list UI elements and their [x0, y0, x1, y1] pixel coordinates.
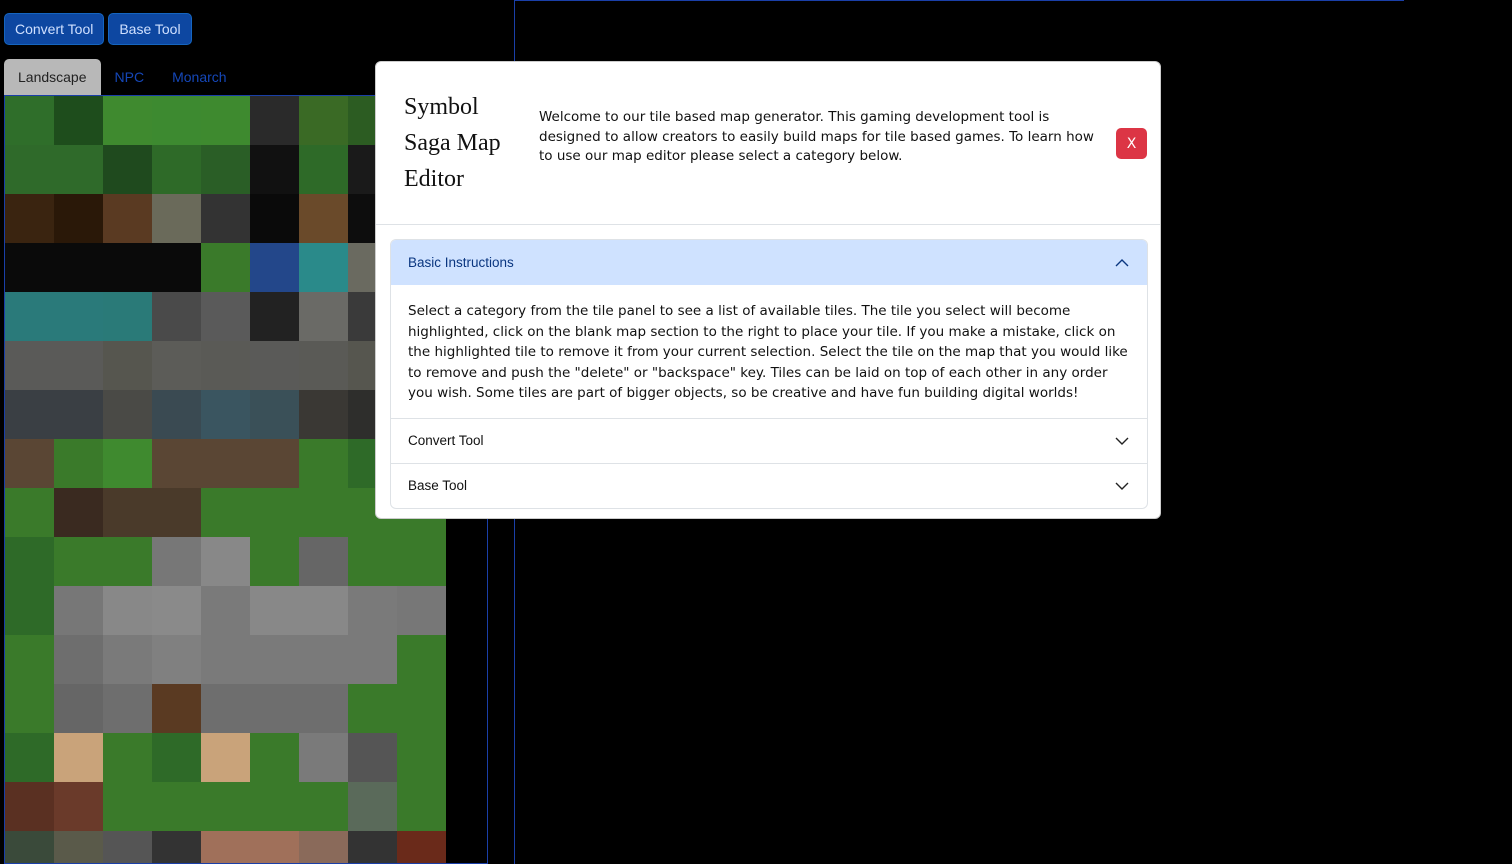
instructions-accordion: Basic Instructions Select a category fro… [390, 239, 1148, 509]
accordion-title: Convert Tool [408, 433, 484, 448]
accordion-title: Basic Instructions [408, 255, 514, 270]
modal-header: Symbol Saga Map Editor Welcome to our ti… [376, 62, 1160, 225]
help-modal: Symbol Saga Map Editor Welcome to our ti… [375, 61, 1161, 519]
accordion-header-basic-instructions[interactable]: Basic Instructions [391, 240, 1147, 285]
accordion-header-base-tool[interactable]: Base Tool [391, 462, 1147, 508]
modal-intro-text: Welcome to our tile based map generator.… [539, 109, 1094, 165]
modal-backdrop: Symbol Saga Map Editor Welcome to our ti… [0, 0, 1512, 864]
accordion-title: Base Tool [408, 478, 468, 493]
chevron-down-icon [1115, 482, 1129, 490]
accordion-header-convert-tool[interactable]: Convert Tool [391, 417, 1147, 463]
accordion-body-basic-instructions: Select a category from the tile panel to… [408, 303, 1128, 401]
chevron-up-icon [1115, 258, 1129, 266]
modal-title: Symbol Saga Map Editor [404, 94, 501, 192]
close-button[interactable]: X [1116, 128, 1147, 159]
chevron-down-icon [1115, 437, 1129, 445]
